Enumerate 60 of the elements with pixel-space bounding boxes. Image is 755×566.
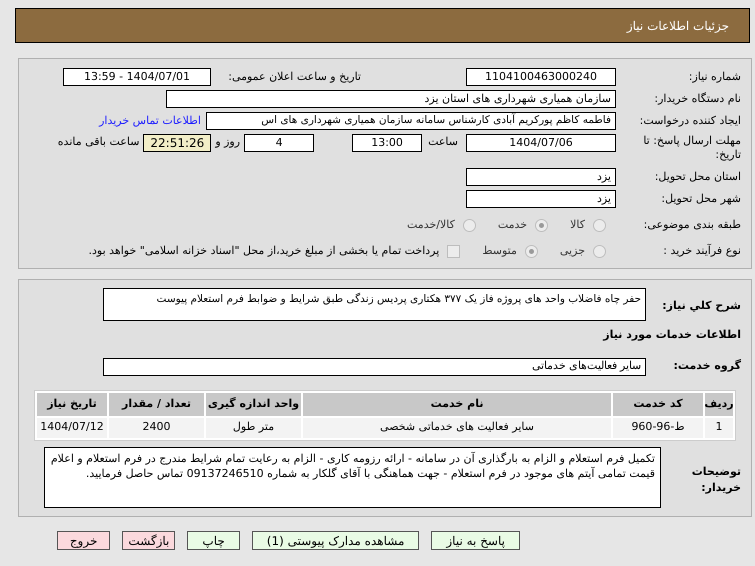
column-header: تعداد / مقدار <box>109 392 204 416</box>
page-title: جزئیات اطلاعات نیاز <box>626 18 729 34</box>
field-label: گروه خدمت: <box>672 358 741 374</box>
column-header: واحد اندازه گیری <box>206 392 301 416</box>
field-label: مهلت ارسال پاسخ: تا تاریخ: <box>642 134 741 162</box>
text-field[interactable]: 4 <box>244 134 314 152</box>
radio-button[interactable] <box>593 244 606 258</box>
table-cell: 1 <box>705 418 733 438</box>
text-field[interactable]: 1404/07/01 - 13:59 <box>63 68 211 86</box>
field-label: شماره نیاز: <box>688 68 741 85</box>
countdown-timer: 22:51:26 <box>143 134 212 152</box>
field-label: نوع فرآیند خرید : <box>662 242 741 259</box>
table-cell: 2400 <box>109 418 204 438</box>
column-header: تاریخ نیاز <box>37 392 107 416</box>
text-field[interactable]: یزد <box>466 190 616 208</box>
table-cell: متر طول <box>206 418 301 438</box>
text-field[interactable]: 1404/07/06 <box>466 134 616 152</box>
field-label: ایجاد کننده درخواست: <box>638 112 741 129</box>
table-cell: سایر فعالیت های خدماتی شخصی <box>303 418 611 438</box>
field-label: شرح کلي نياز: <box>661 298 741 314</box>
column-header: کد خدمت <box>613 392 703 416</box>
description-box[interactable]: حفر چاه فاضلاب واحد های پروژه فاز یک ۳۷۷ هکتاری پردیس زندگی طبق شرایط و ضوابط فرم استعلام پیوست <box>103 288 646 321</box>
action-button[interactable]: خروج <box>56 530 110 550</box>
radio-label: کالا <box>570 216 585 233</box>
notes-box[interactable]: تکمیل فرم استعلام و الزام به بارگذاری آن در سامانه - ارائه رزومه کاری - الزام به رعایت تمام شرایط مندرج در فرم استعلام و اعلام قیمت تمامی آیتم های موجود در فرم استعلام - جهت هماهنگی با آقای گلکار به شماره 09137246510 تماس حاصل فرمایید. <box>44 446 661 508</box>
text-field[interactable]: سازمان همیاری شهرداری های استان یزد <box>166 90 616 108</box>
field-label: ساعت <box>428 134 458 150</box>
action-button[interactable]: پاسخ به نیاز <box>431 530 520 550</box>
field-label: استان محل تحویل: <box>654 168 741 185</box>
radio-button[interactable] <box>462 218 476 232</box>
text-field[interactable]: 1104100463000240 <box>466 68 616 86</box>
column-header: نام خدمت <box>303 392 611 416</box>
radio-button[interactable] <box>593 218 606 232</box>
text-field[interactable]: سایر فعالیت‌های خدماتی <box>103 358 646 376</box>
radio-button[interactable] <box>535 218 548 232</box>
field-label: توضیحات خریدار: <box>690 464 741 496</box>
field-label: روز و <box>215 134 240 150</box>
payment-note: پرداخت تمام یا بخشی از مبلغ خرید،از محل "اسناد خزانه اسلامی" خواهد بود. <box>88 242 440 259</box>
action-button[interactable]: مشاهده مدارک پیوستی (1) <box>252 530 420 550</box>
buyer-contact-link[interactable]: اطلاعات تماس خریدار <box>99 112 201 130</box>
field-label: نام دستگاه خریدار: <box>653 90 741 107</box>
action-button[interactable]: چاپ <box>187 530 240 550</box>
field-label: تاریخ و ساعت اعلان عمومی: <box>227 68 361 85</box>
table-cell: 1404/07/12 <box>37 418 107 438</box>
text-field[interactable]: یزد <box>466 168 616 186</box>
table-cell: ط-96-960 <box>613 418 703 438</box>
text-field[interactable]: 13:00 <box>352 134 422 152</box>
checkbox[interactable] <box>447 244 460 258</box>
radio-button[interactable] <box>524 244 538 258</box>
column-header: ردیف <box>705 392 733 416</box>
section-title: اطلاعات خدمات مورد نیاز <box>603 327 741 343</box>
radio-label: خدمت <box>498 216 528 233</box>
radio-label: متوسط <box>482 242 517 259</box>
field-label: شهر محل تحویل: <box>660 190 741 207</box>
field-label: ساعت باقی مانده <box>58 134 140 150</box>
action-button[interactable]: بازگشت <box>122 530 176 550</box>
radio-label: کالا/خدمت <box>407 216 455 233</box>
field-label: طبقه بندی موضوعی: <box>642 216 741 233</box>
text-field[interactable]: فاطمه کاظم پورکریم آبادی کارشناس سامانه سازمان همیاری شهرداری های اس <box>206 112 616 130</box>
radio-label: جزیی <box>560 242 585 259</box>
